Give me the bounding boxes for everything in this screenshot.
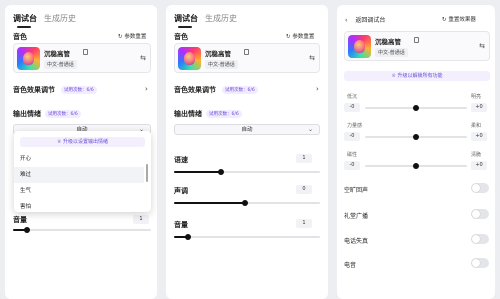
voice-name: 沉稳高管 <box>44 50 70 58</box>
volume-label: 音量 <box>13 216 27 224</box>
tab-history[interactable]: 生成历史 <box>205 14 237 24</box>
crown-icon: ♕ <box>56 139 62 145</box>
voice-section-title: 音色 <box>174 33 188 41</box>
upgrade-unlock-button[interactable]: ♕ 升级以解锁所有功能 <box>344 71 490 81</box>
slider-min-value: -0 <box>344 103 360 112</box>
voice-card[interactable]: 沉稳高管 中文-普通话 ⇆ <box>344 31 490 61</box>
pitch-slider-knob[interactable] <box>242 200 248 206</box>
chevron-down-icon: ⌄ <box>307 126 313 133</box>
effect-section-title: 音色效果调节 <box>13 86 55 94</box>
voice-name: 沉稳高管 <box>375 38 401 46</box>
voice-language-tag: 中文-普通话 <box>205 60 238 69</box>
reset-params-button[interactable]: ↻ 参数重置 <box>286 32 314 40</box>
magnetism-slider-knob[interactable] <box>413 163 419 169</box>
tab-underline <box>17 26 31 28</box>
emotion-trial-badge: 试用次数：6/6 <box>45 110 81 118</box>
crown-icon: ♕ <box>391 73 396 79</box>
emotion-section-title: 输出情绪 <box>174 110 202 118</box>
emotion-section-title: 输出情绪 <box>13 110 41 118</box>
toggle-label-phone: 电话失真 <box>344 238 369 245</box>
effect-trial-badge: 试用次数：6/6 <box>61 86 97 94</box>
chevron-right-icon[interactable]: › <box>145 85 148 93</box>
toggle-label-broadcast: 礼堂广播 <box>344 213 369 220</box>
strength-slider-knob[interactable] <box>413 134 419 140</box>
tab-debug[interactable]: 调试台 <box>174 14 198 24</box>
dropdown-option-selected[interactable]: 难过 <box>14 167 144 183</box>
slider-left-label: 低沉 <box>347 94 358 100</box>
chevron-right-icon[interactable]: › <box>316 85 319 93</box>
slider-min-value: -0 <box>344 132 360 141</box>
voice-language-tag: 中文-普通话 <box>375 48 408 57</box>
volume-value[interactable]: 1 <box>296 219 312 228</box>
speed-value[interactable]: 1 <box>296 154 312 163</box>
slider-right-label: 清脆 <box>471 152 482 158</box>
dropdown-option[interactable]: 生气 <box>14 183 144 199</box>
volume-value[interactable]: 1 <box>133 215 149 224</box>
toggle-label-echo: 空旷回声 <box>344 187 369 194</box>
slider-max-value: +0 <box>471 132 487 141</box>
refresh-icon: ↻ <box>286 34 291 40</box>
effect-trial-badge: 试用次数：6/6 <box>222 86 258 94</box>
dropdown-option[interactable]: 害怕 <box>14 199 144 212</box>
speed-slider-fill <box>174 171 221 173</box>
volume-slider-knob[interactable] <box>185 234 191 240</box>
slider-left-label: 力量感 <box>347 123 363 129</box>
emotion-trial-badge: 试用次数：6/6 <box>206 110 242 118</box>
volume-slider-track[interactable] <box>174 236 320 238</box>
pitch-slider-fill <box>174 202 245 204</box>
voice-avatar <box>17 47 40 70</box>
debug-panel-middle: 调试台 生成历史 音色 ↻ 参数重置 沉稳高管 中文-普通话 ⇆ 音色效果调节 … <box>166 5 328 299</box>
speed-slider-knob[interactable] <box>218 169 224 175</box>
emotion-dropdown: ♕ 升级以设置输出情绪 开心 难过 生气 害怕 <box>14 131 151 212</box>
speed-label: 语速 <box>174 156 188 164</box>
voice-language-tag: 中文-普通话 <box>44 60 77 69</box>
slider-max-value: +0 <box>471 103 487 112</box>
voice-avatar <box>348 35 371 58</box>
voice-section-title: 音色 <box>13 33 27 41</box>
copy-icon[interactable] <box>83 49 88 55</box>
voice-card[interactable]: 沉稳高管 中文-普通话 ⇆ <box>174 43 320 73</box>
toggle-phone[interactable] <box>471 234 489 244</box>
copy-icon[interactable] <box>414 37 419 43</box>
volume-slider-track[interactable] <box>13 229 151 231</box>
toggle-label-electronic: 电音 <box>344 262 357 269</box>
slider-right-label: 明亮 <box>471 94 482 100</box>
copy-icon[interactable] <box>244 49 249 55</box>
volume-slider-knob[interactable] <box>24 227 30 233</box>
reset-effects-button[interactable]: ↻ 重置效果器 <box>442 15 476 23</box>
chevron-left-icon: ‹ <box>345 17 348 24</box>
tab-underline <box>178 26 192 28</box>
pitch-label: 声调 <box>174 187 188 195</box>
swap-icon[interactable]: ⇆ <box>479 42 485 50</box>
refresh-icon: ↻ <box>442 17 447 23</box>
dropdown-option[interactable]: 开心 <box>14 151 144 167</box>
dropdown-scrollbar[interactable] <box>146 164 148 182</box>
swap-icon[interactable]: ⇆ <box>140 54 146 62</box>
slider-right-label: 柔和 <box>471 123 482 129</box>
toggle-electronic[interactable] <box>471 258 489 268</box>
volume-label: 音量 <box>174 221 188 229</box>
tab-debug[interactable]: 调试台 <box>13 14 37 24</box>
swap-icon[interactable]: ⇆ <box>309 54 315 62</box>
voice-card[interactable]: 沉稳高管 中文-普通话 ⇆ <box>13 43 151 73</box>
voice-avatar <box>178 47 201 70</box>
slider-left-label: 磁性 <box>347 152 358 158</box>
emotion-select[interactable]: 自动 ⌄ <box>174 124 320 135</box>
effects-panel: ‹ 返回调试台 ↻ 重置效果器 沉稳高管 中文-普通话 ⇆ ♕ 升级以解锁所有功… <box>337 5 495 299</box>
tab-history[interactable]: 生成历史 <box>44 14 76 24</box>
upgrade-emotion-button[interactable]: ♕ 升级以设置输出情绪 <box>20 137 145 147</box>
slider-min-value: -0 <box>344 161 360 170</box>
tone-slider-knob[interactable] <box>413 105 419 111</box>
reset-params-button[interactable]: ↻ 参数重置 <box>118 32 146 40</box>
refresh-icon: ↻ <box>118 34 123 40</box>
effect-section-title: 音色效果调节 <box>174 86 216 94</box>
back-button[interactable]: ‹ 返回调试台 <box>345 15 385 24</box>
slider-max-value: +0 <box>471 161 487 170</box>
toggle-broadcast[interactable] <box>471 209 489 219</box>
pitch-value[interactable]: 0 <box>296 185 312 194</box>
toggle-echo[interactable] <box>471 183 489 193</box>
voice-name: 沉稳高管 <box>205 50 231 58</box>
